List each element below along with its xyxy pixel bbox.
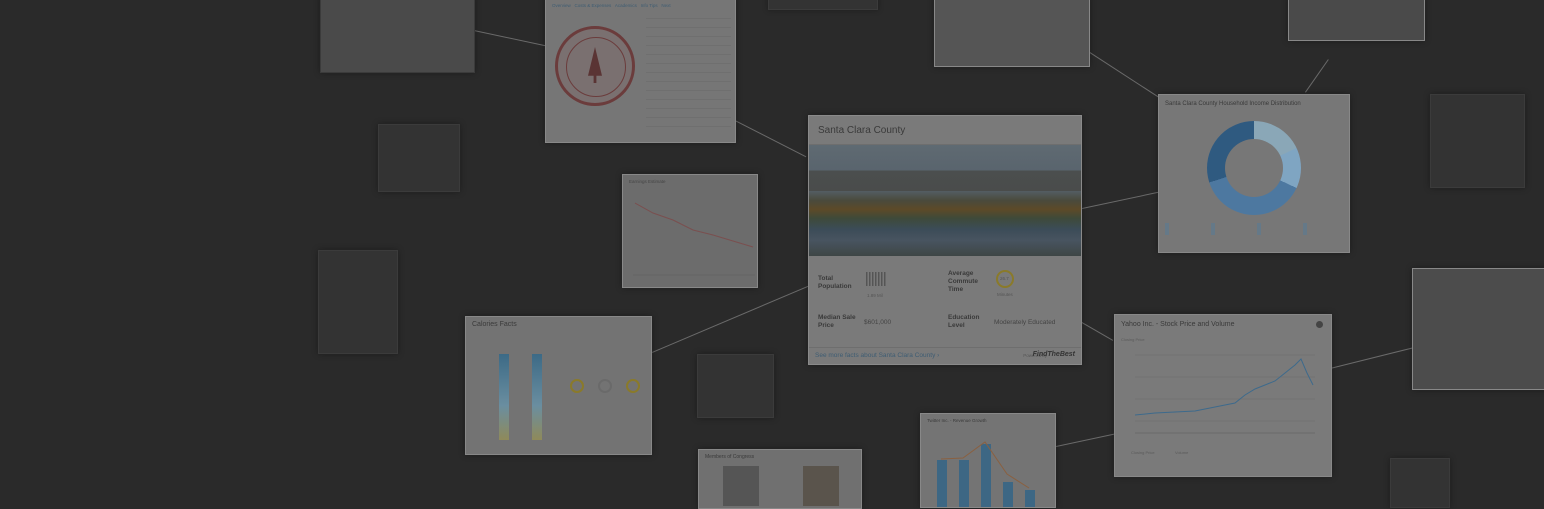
county-title: Santa Clara County [818, 125, 906, 136]
tab-next[interactable]: Next [661, 3, 670, 8]
background-card [697, 354, 774, 418]
calories-card: Calories Facts [465, 316, 652, 455]
background-card [1390, 458, 1450, 508]
senator-photo [723, 466, 759, 506]
earnings-line-chart [633, 202, 755, 276]
calorie-ring-icon [570, 379, 584, 393]
stanford-tabs: Overview Costs & Expenses Academics Info… [552, 3, 671, 8]
income-title: Santa Clara County Household Income Dist… [1165, 101, 1301, 107]
tab-info[interactable]: Info Tips [641, 3, 658, 8]
income-donut [1207, 121, 1301, 215]
see-more-link[interactable]: See more facts about Santa Clara County … [815, 352, 939, 359]
commute-ring-icon [996, 270, 1014, 288]
twitter-bar-chart [937, 441, 1035, 507]
background-card [320, 0, 475, 73]
background-card [318, 250, 398, 354]
connector-line [1056, 433, 1115, 447]
county-card-footer: See more facts about Santa Clara County … [809, 347, 1081, 364]
connector-line [1330, 346, 1418, 369]
senators-title: Members of Congress [705, 454, 755, 460]
connector-line [1081, 322, 1114, 341]
connector-line [652, 285, 809, 353]
legend-closing-price: Closing Price [1131, 450, 1155, 455]
background-card [1412, 268, 1544, 390]
background-card [934, 0, 1090, 67]
people-icon [866, 272, 886, 286]
earnings-card: Earnings Estimate [622, 174, 758, 288]
calorie-ring-icon [626, 379, 640, 393]
stanford-card: Overview Costs & Expenses Academics Info… [545, 0, 736, 143]
stat-commute-sub: Minutes [997, 292, 1013, 297]
brand-logo[interactable]: FindTheBest [1033, 351, 1075, 358]
connector-line [1082, 191, 1159, 209]
tab-costs[interactable]: Costs & Expenses [575, 3, 612, 8]
income-card: Santa Clara County Household Income Dist… [1158, 94, 1350, 253]
connector-line [1089, 52, 1166, 102]
stat-label-commute: Average Commute Time [948, 270, 978, 293]
stat-label-sale-price: Median Sale Price [818, 314, 856, 329]
calorie-ring-icon [598, 379, 612, 393]
background-card [1430, 94, 1525, 188]
county-card-header: Santa Clara County [809, 116, 1081, 145]
calorie-bar [499, 354, 509, 440]
county-card: Santa Clara County Total Population 1.89… [808, 115, 1082, 365]
stanford-seal-icon [555, 26, 635, 106]
yahoo-card: Yahoo Inc. - Stock Price and Volume Clos… [1114, 314, 1332, 477]
stat-population-sub: 1.89 Mil [867, 293, 883, 298]
stat-label-education: Education Level [948, 314, 980, 329]
connector-line [473, 30, 548, 47]
twitter-card: Twitter Inc. - Revenue Growth [920, 413, 1056, 508]
background-card [378, 124, 460, 192]
tab-overview[interactable]: Overview [552, 3, 571, 8]
stat-sale-price-value: $601,000 [864, 319, 892, 326]
senator-photo [803, 466, 839, 506]
calorie-bar [532, 354, 542, 440]
stat-label-population: Total Population [818, 275, 852, 290]
stat-education-value: Moderately Educated [994, 319, 1056, 326]
senators-card: Members of Congress [698, 449, 862, 509]
legend-volume: Volume [1175, 450, 1189, 455]
connector-line [1305, 59, 1329, 93]
calories-title: Calories Facts [472, 321, 517, 328]
tab-academics[interactable]: Academics [615, 3, 637, 8]
connector-line [734, 120, 807, 158]
background-card [768, 0, 878, 10]
background-card [1288, 0, 1425, 41]
landscape-photo [809, 145, 1081, 256]
